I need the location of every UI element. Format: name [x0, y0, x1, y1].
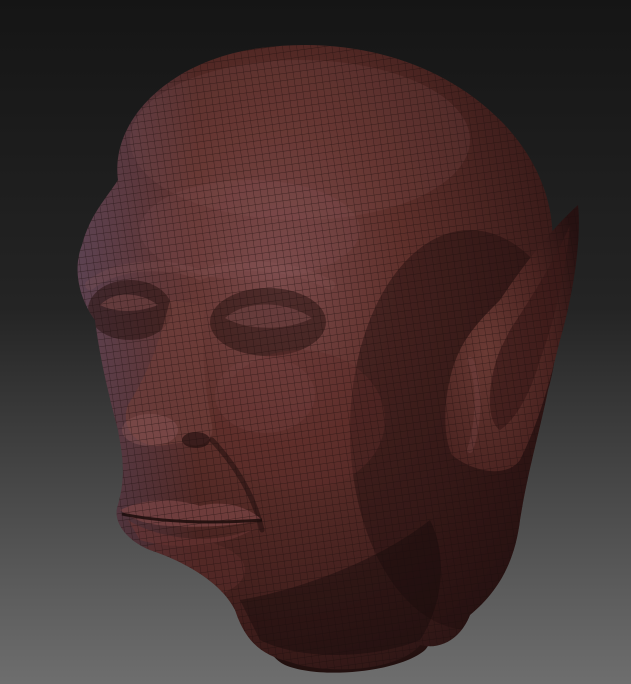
sculpt-canvas [0, 0, 631, 684]
viewport [0, 0, 631, 684]
